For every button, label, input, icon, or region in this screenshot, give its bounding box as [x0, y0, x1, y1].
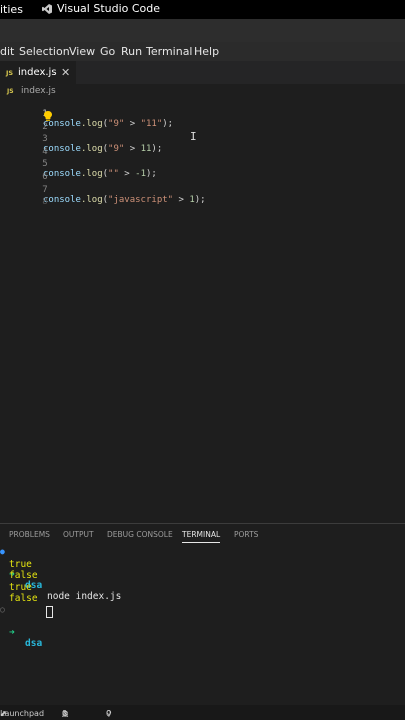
code-text: console.log("javascript" > 1);: [43, 195, 206, 205]
code-line: 1 console.log("9" > "11");: [0, 99, 173, 129]
status-bar: ⬈ Launchpad ⊗ 0 △ 0 ⚲ 0: [0, 705, 405, 720]
terminal-cursor: [46, 606, 53, 618]
terminal-output-line: false: [9, 570, 38, 581]
tab-ports[interactable]: PORTS: [234, 530, 258, 539]
menu-selection[interactable]: Selection: [19, 45, 70, 58]
text-cursor-icon: I: [190, 130, 197, 143]
code-text: console.log("9" > "11");: [43, 119, 174, 129]
warning-count: 0: [62, 709, 68, 718]
tab-problems[interactable]: PROBLEMS: [9, 530, 50, 539]
ports-count: 0: [106, 709, 112, 718]
tab-index-js[interactable]: JS index.js ✕: [0, 61, 76, 85]
code-text: console.log("" > -1);: [43, 169, 157, 179]
menu-edit[interactable]: dit: [0, 45, 14, 58]
close-icon[interactable]: ✕: [61, 66, 70, 79]
line-number: 6: [42, 172, 48, 182]
javascript-file-icon: JS: [7, 88, 14, 95]
line-number: 5: [42, 159, 48, 169]
code-line: 6: [0, 162, 47, 182]
line-number: 3: [42, 134, 48, 144]
bottom-panel: PROBLEMS OUTPUT DEBUG CONSOLE TERMINAL P…: [0, 523, 405, 706]
app-menu[interactable]: Visual Studio Code: [42, 2, 160, 15]
lightbulb-icon[interactable]: [44, 111, 52, 124]
prompt-directory: dsa: [25, 638, 43, 649]
terminal-status-dot: ●: [0, 547, 5, 556]
line-number: 4: [42, 147, 48, 157]
editor-tabs: JS index.js ✕: [0, 61, 405, 85]
menu-run[interactable]: Run: [121, 45, 142, 58]
code-editor[interactable]: 1 console.log("9" > "11"); 2 3 console.l…: [0, 98, 405, 518]
terminal-output-line: true: [9, 559, 32, 570]
code-line: 8: [0, 187, 47, 207]
activities-button[interactable]: ities: [0, 3, 23, 16]
launchpad-label: Launchpad: [0, 709, 45, 718]
menu-view[interactable]: View: [69, 45, 95, 58]
tab-filename: index.js: [18, 67, 57, 78]
breadcrumb[interactable]: JS index.js: [7, 86, 56, 96]
terminal-status-dot: ○: [0, 605, 5, 614]
line-number: 8: [42, 197, 48, 207]
system-top-bar: ities Visual Studio Code: [0, 0, 405, 19]
menu-terminal[interactable]: Terminal: [146, 45, 193, 58]
breadcrumb-filename: index.js: [21, 86, 56, 96]
tab-terminal[interactable]: TERMINAL: [182, 530, 221, 543]
code-line: 5 console.log("" > -1);: [0, 149, 157, 179]
app-name: Visual Studio Code: [57, 2, 161, 15]
menu-help[interactable]: Help: [194, 45, 219, 58]
vscode-icon: [42, 3, 52, 14]
tab-output[interactable]: OUTPUT: [63, 530, 94, 539]
window-titlebar: [0, 19, 405, 42]
menu-bar: dit Selection View Go Run Terminal Help: [0, 42, 405, 61]
code-text: console.log("9" > 11);: [43, 144, 163, 154]
terminal-output-line: true: [9, 582, 32, 593]
prompt-arrow-icon: ➜: [9, 627, 15, 638]
javascript-file-icon: JS: [6, 69, 14, 77]
menu-go[interactable]: Go: [100, 45, 115, 58]
tab-debug-console[interactable]: DEBUG CONSOLE: [107, 530, 173, 539]
terminal-prompt-line[interactable]: ○ ➜ dsa: [0, 605, 405, 671]
code-line: 3 console.log("9" > 11);: [0, 124, 162, 154]
terminal-output-line: false: [9, 593, 38, 604]
line-number: 7: [42, 185, 48, 195]
